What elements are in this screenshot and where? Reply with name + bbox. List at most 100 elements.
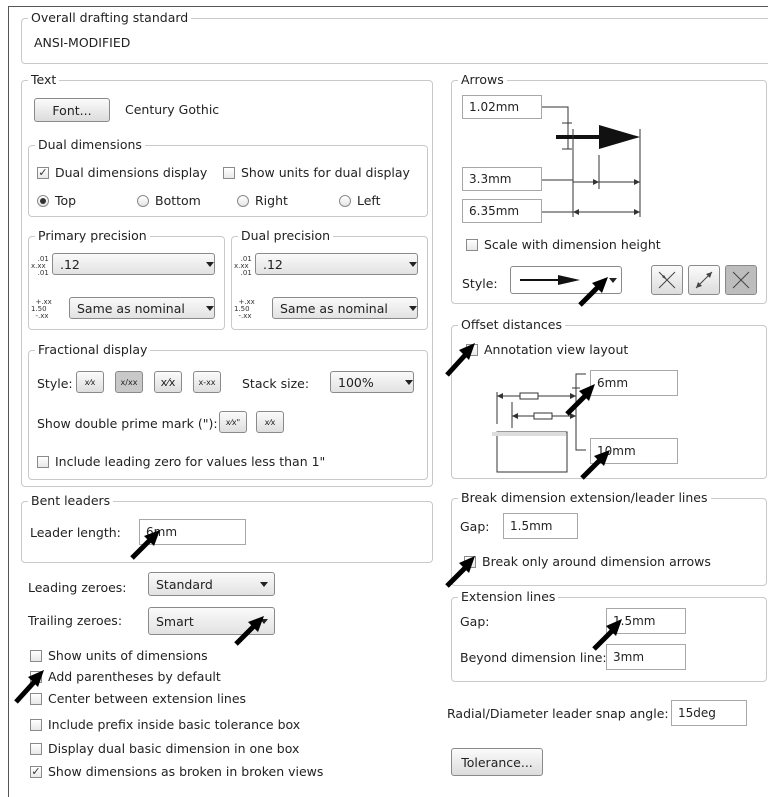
radio-left[interactable] <box>339 195 351 207</box>
include-prefix-checkbox[interactable] <box>30 719 42 731</box>
tolerance-precision-icon: +.xx 1.50 -.xx <box>31 298 52 320</box>
text-group-title: Text <box>28 72 60 87</box>
offset-distance-1-input[interactable]: 6mm <box>590 370 678 396</box>
leading-zeroes-select[interactable]: Standard <box>148 572 275 596</box>
leader-length-label: Leader length: <box>30 525 121 540</box>
pointer-arrow-icon <box>130 530 160 560</box>
add-parentheses-label: Add parentheses by default <box>48 669 221 684</box>
prime-off-button[interactable]: x⁄x <box>256 411 284 433</box>
chevron-down-icon <box>206 306 214 311</box>
dual-display-label: Dual dimensions display <box>55 165 208 180</box>
fraction-hyphen-button[interactable]: x-xx <box>193 371 221 393</box>
pointer-arrow-icon <box>445 556 475 588</box>
dual-basic-label: Display dual basic dimension in one box <box>48 741 300 756</box>
fraction-diagonal-button[interactable]: x⁄x <box>154 371 182 393</box>
show-units-checkbox[interactable] <box>30 650 42 662</box>
chevron-down-icon <box>409 262 417 267</box>
arrows-inside-button[interactable] <box>651 265 683 295</box>
dual-dimensions-title: Dual dimensions <box>35 137 145 152</box>
bent-leaders-title: Bent leaders <box>28 493 114 508</box>
primary-precision-title: Primary precision <box>35 228 150 243</box>
radio-right[interactable] <box>237 195 249 207</box>
leading-zeroes-label: Leading zeroes: <box>28 580 127 595</box>
scale-height-label: Scale with dimension height <box>484 237 661 252</box>
pointer-arrow-icon <box>578 277 608 307</box>
fraction-inline-button[interactable]: x⁄x <box>76 371 104 393</box>
dual-precision-select[interactable]: .12 <box>255 253 418 275</box>
center-extension-label: Center between extension lines <box>48 691 247 706</box>
precision-icon: .01 x.xx .01 <box>234 255 252 277</box>
dual-basic-checkbox[interactable] <box>30 743 42 755</box>
leading-zero-label: Include leading zero for values less tha… <box>55 454 326 469</box>
radio-top[interactable] <box>37 195 49 207</box>
radio-right-label: Right <box>255 193 288 208</box>
pointer-arrow-icon <box>445 343 475 377</box>
radial-snap-label: Radial/Diameter leader snap angle: <box>447 706 669 721</box>
fraction-stacked-button[interactable]: x/xx <box>115 371 143 393</box>
leading-zero-checkbox[interactable] <box>37 456 49 468</box>
pointer-arrow-icon <box>234 616 264 646</box>
chevron-down-icon <box>260 582 268 587</box>
offset-distances-title: Offset distances <box>458 317 566 332</box>
overall-standard-group: Overall drafting standard ANSI-MODIFIED <box>21 10 768 64</box>
chevron-down-icon <box>609 278 617 283</box>
primary-tolerance-select[interactable]: Same as nominal <box>69 297 215 319</box>
break-lines-group: Break dimension extension/leader lines G… <box>451 490 767 586</box>
break-lines-title: Break dimension extension/leader lines <box>458 490 711 505</box>
double-prime-label: Show double prime mark ("): <box>37 416 218 431</box>
chevron-down-icon <box>206 262 214 267</box>
break-gap-input[interactable]: 1.5mm <box>503 513 578 539</box>
pointer-arrow-icon <box>565 384 595 416</box>
extension-gap-label: Gap: <box>460 614 490 629</box>
pointer-arrow-icon <box>580 450 610 480</box>
arrows-outside-button[interactable] <box>688 265 720 295</box>
radio-top-label: Top <box>55 193 77 208</box>
fractional-style-label: Style: <box>37 376 73 391</box>
font-name: Century Gothic <box>125 102 220 117</box>
chevron-down-icon <box>409 306 417 311</box>
beyond-dimension-label: Beyond dimension line: <box>460 650 607 665</box>
arrows-title: Arrows <box>458 72 507 87</box>
prime-on-button[interactable]: x⁄x" <box>219 411 247 433</box>
arrows-smart-button[interactable] <box>725 265 757 295</box>
trailing-zeroes-label: Trailing zeroes: <box>28 613 123 628</box>
dual-precision-title: Dual precision <box>238 228 334 243</box>
break-arrows-label: Break only around dimension arrows <box>482 554 711 569</box>
scale-height-checkbox[interactable] <box>466 239 478 251</box>
overall-standard-title: Overall drafting standard <box>28 10 192 25</box>
arrow-size-1-input[interactable]: 1.02mm <box>462 95 542 119</box>
dual-tolerance-select[interactable]: Same as nominal <box>272 297 418 319</box>
precision-icon: .01 x.xx .01 <box>31 255 49 277</box>
stack-size-label: Stack size: <box>242 376 310 391</box>
arrow-size-2-input[interactable]: 3.3mm <box>462 167 542 191</box>
radio-bottom[interactable] <box>137 195 149 207</box>
font-button[interactable]: Font... <box>34 98 110 122</box>
radio-left-label: Left <box>357 193 381 208</box>
show-broken-checkbox[interactable]: ✓ <box>30 766 42 778</box>
arrows-group: Arrows 1.02mm 3.3mm 6.35mm Scale with di… <box>451 72 767 304</box>
dual-display-checkbox[interactable]: ✓ <box>37 167 49 179</box>
chevron-down-icon <box>405 380 413 385</box>
overall-standard-value: ANSI-MODIFIED <box>34 35 131 50</box>
radial-snap-input[interactable]: 15deg <box>671 700 747 726</box>
dual-precision-group: Dual precision .01 x.xx .01 .12 +.xx 1.50 … <box>231 228 428 330</box>
dual-units-checkbox[interactable] <box>223 167 235 179</box>
fractional-display-title: Fractional display <box>35 342 151 357</box>
primary-precision-group: Primary precision .01 x.xx .01 .12 +.xx 1.… <box>28 228 225 330</box>
arrows-outside-icon <box>695 271 713 289</box>
pointer-arrow-icon <box>592 619 622 651</box>
tolerance-precision-icon: +.xx 1.50 -.xx <box>234 298 255 320</box>
stack-size-select[interactable]: 100% <box>330 371 414 393</box>
bent-leaders-group: Bent leaders Leader length: 6mm <box>21 493 433 563</box>
extension-lines-title: Extension lines <box>458 589 559 604</box>
arrow-size-3-input[interactable]: 6.35mm <box>462 199 542 223</box>
show-units-label: Show units of dimensions <box>48 648 208 663</box>
dual-units-label: Show units for dual display <box>241 165 410 180</box>
break-gap-label: Gap: <box>460 519 490 534</box>
show-broken-label: Show dimensions as broken in broken view… <box>48 764 324 779</box>
arrow-style-label: Style: <box>462 276 498 291</box>
primary-precision-select[interactable]: .12 <box>52 253 215 275</box>
arrow-dimension-diagram <box>542 106 641 217</box>
tolerance-button[interactable]: Tolerance... <box>451 748 543 776</box>
arrows-smart-icon <box>732 271 750 289</box>
